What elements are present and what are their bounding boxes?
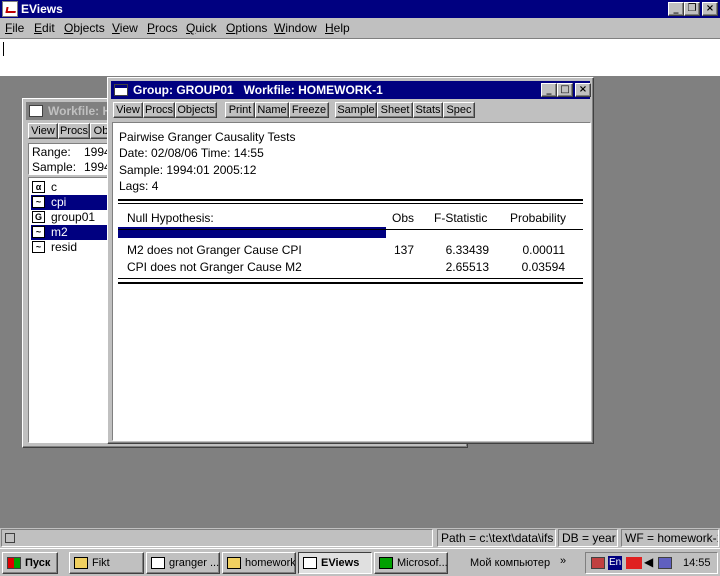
menu-window[interactable]: Window bbox=[274, 21, 317, 35]
sample-row: Sample: 1994 bbox=[32, 160, 111, 174]
series-icon: ~ bbox=[32, 196, 45, 208]
command-window[interactable] bbox=[0, 38, 720, 76]
wf-procs-button[interactable]: Procs bbox=[58, 123, 90, 139]
start-button[interactable]: Пуск bbox=[2, 552, 58, 574]
print-button[interactable]: Print bbox=[225, 102, 255, 118]
sample-button[interactable]: Sample bbox=[335, 102, 377, 118]
minimize-icon[interactable]: _ bbox=[668, 2, 684, 16]
status-bar: Path = c:\text\data\ifs DB = year WF = h… bbox=[0, 528, 720, 548]
word-icon bbox=[151, 557, 165, 569]
menu-view[interactable]: View bbox=[112, 21, 138, 35]
status-path: Path = c:\text\data\ifs bbox=[437, 529, 556, 547]
window-icon[interactable] bbox=[114, 84, 128, 96]
col-probability: Probability bbox=[510, 211, 567, 225]
workfile-title: Workfile: H bbox=[48, 104, 112, 118]
range-row: Range: 1994 bbox=[32, 145, 111, 159]
name-button[interactable]: Name bbox=[255, 102, 289, 118]
status-message bbox=[1, 529, 433, 547]
window-icon[interactable] bbox=[29, 105, 43, 117]
menu-objects[interactable]: Objects bbox=[64, 21, 105, 35]
hypothesis-cell: M2 does not Granger Cause CPI bbox=[127, 243, 302, 257]
status-db: DB = year bbox=[558, 529, 618, 547]
wf-view-button[interactable]: View bbox=[28, 123, 58, 139]
menu-procs[interactable]: Procs bbox=[147, 21, 178, 35]
my-computer-label[interactable]: Мой компьютер bbox=[470, 557, 550, 569]
text-caret bbox=[3, 42, 4, 56]
output-heading: Pairwise Granger Causality Tests bbox=[119, 130, 296, 144]
group-toolbar: View Procs Objects Print Name Freeze Sam… bbox=[111, 100, 590, 120]
col-f-statistic: F-Statistic bbox=[434, 211, 488, 225]
freeze-button[interactable]: Freeze bbox=[289, 102, 329, 118]
divider bbox=[118, 203, 583, 204]
view-button[interactable]: View bbox=[113, 102, 143, 118]
divider bbox=[118, 199, 583, 201]
maximize-icon[interactable]: □ bbox=[557, 83, 573, 97]
chevron-icon[interactable]: » bbox=[560, 555, 566, 567]
taskbar: Пуск Fikt granger ... homework EViews Mi… bbox=[0, 548, 720, 576]
coef-icon: α bbox=[32, 181, 45, 193]
output-area[interactable]: Pairwise Granger Causality Tests Date: 0… bbox=[112, 122, 591, 441]
menu-quick[interactable]: Quick bbox=[186, 21, 217, 35]
app-title-bar[interactable]: EViews _ ❐ × bbox=[0, 0, 720, 18]
prob-cell: 0.03594 bbox=[521, 260, 565, 274]
speaker-icon[interactable]: ◀ bbox=[644, 555, 653, 569]
divider bbox=[118, 282, 583, 284]
minimize-icon[interactable]: _ bbox=[541, 83, 557, 97]
menu-help[interactable]: Help bbox=[325, 21, 350, 35]
procs-button[interactable]: Procs bbox=[143, 102, 175, 118]
group-icon: G bbox=[32, 211, 45, 223]
task-fikt[interactable]: Fikt bbox=[69, 552, 144, 574]
close-icon[interactable]: × bbox=[575, 83, 591, 97]
prob-cell: 0.00011 bbox=[522, 243, 566, 257]
date-line: Date: 02/08/06 Time: 14:55 bbox=[119, 146, 264, 160]
lags-line: Lags: 4 bbox=[119, 179, 159, 193]
sheet-button[interactable]: Sheet bbox=[377, 102, 413, 118]
app-title: EViews bbox=[21, 2, 63, 16]
hypothesis-cell: CPI does not Granger Cause M2 bbox=[127, 260, 302, 274]
series-icon: ~ bbox=[32, 226, 45, 238]
eviews-icon bbox=[303, 557, 317, 569]
col-null-hypothesis: Null Hypothesis: bbox=[127, 211, 214, 225]
menu-bar: File Edit Objects View Procs Quick Optio… bbox=[0, 18, 720, 38]
clock[interactable]: 14:55 bbox=[683, 557, 711, 569]
stats-button[interactable]: Stats bbox=[413, 102, 443, 118]
restore-icon[interactable]: ❐ bbox=[684, 2, 700, 16]
folder-icon bbox=[227, 557, 241, 569]
col-obs: Obs bbox=[392, 211, 415, 225]
obs-cell: 137 bbox=[393, 243, 414, 257]
language-indicator[interactable]: En bbox=[608, 556, 623, 570]
f-stat-cell: 2.65513 bbox=[445, 260, 489, 274]
spec-button[interactable]: Spec bbox=[443, 102, 475, 118]
task-granger[interactable]: granger ... bbox=[146, 552, 220, 574]
menu-file[interactable]: File bbox=[5, 21, 24, 35]
menu-options[interactable]: Options bbox=[226, 21, 267, 35]
tool-icon[interactable] bbox=[626, 557, 642, 569]
divider bbox=[118, 278, 583, 279]
task-microsoft[interactable]: Microsof... bbox=[374, 552, 448, 574]
folder-icon bbox=[74, 557, 88, 569]
menu-edit[interactable]: Edit bbox=[34, 21, 55, 35]
eviews-app-icon[interactable] bbox=[2, 1, 18, 17]
status-indicator-icon bbox=[5, 533, 15, 543]
network-icon[interactable] bbox=[591, 557, 605, 569]
task-homework[interactable]: homework bbox=[222, 552, 296, 574]
series-icon: ~ bbox=[32, 241, 45, 253]
system-tray: En ◀ 14:55 bbox=[585, 552, 718, 574]
group-title-bar[interactable]: Group: GROUP01 Workfile: HOMEWORK-1 _ □ … bbox=[111, 81, 591, 99]
group-window[interactable]: Group: GROUP01 Workfile: HOMEWORK-1 _ □ … bbox=[107, 77, 594, 444]
excel-icon bbox=[379, 557, 393, 569]
f-stat-cell: 6.33439 bbox=[445, 243, 489, 257]
sample-line: Sample: 1994:01 2005:12 bbox=[119, 163, 257, 177]
group-title: Group: GROUP01 Workfile: HOMEWORK-1 bbox=[133, 83, 383, 97]
divider bbox=[118, 229, 583, 230]
status-wf: WF = homework-1 bbox=[621, 529, 719, 547]
display-icon[interactable] bbox=[658, 557, 672, 569]
close-icon[interactable]: × bbox=[702, 2, 718, 16]
task-eviews[interactable]: EViews bbox=[298, 552, 372, 574]
objects-button[interactable]: Objects bbox=[175, 102, 217, 118]
windows-logo-icon bbox=[7, 557, 21, 569]
